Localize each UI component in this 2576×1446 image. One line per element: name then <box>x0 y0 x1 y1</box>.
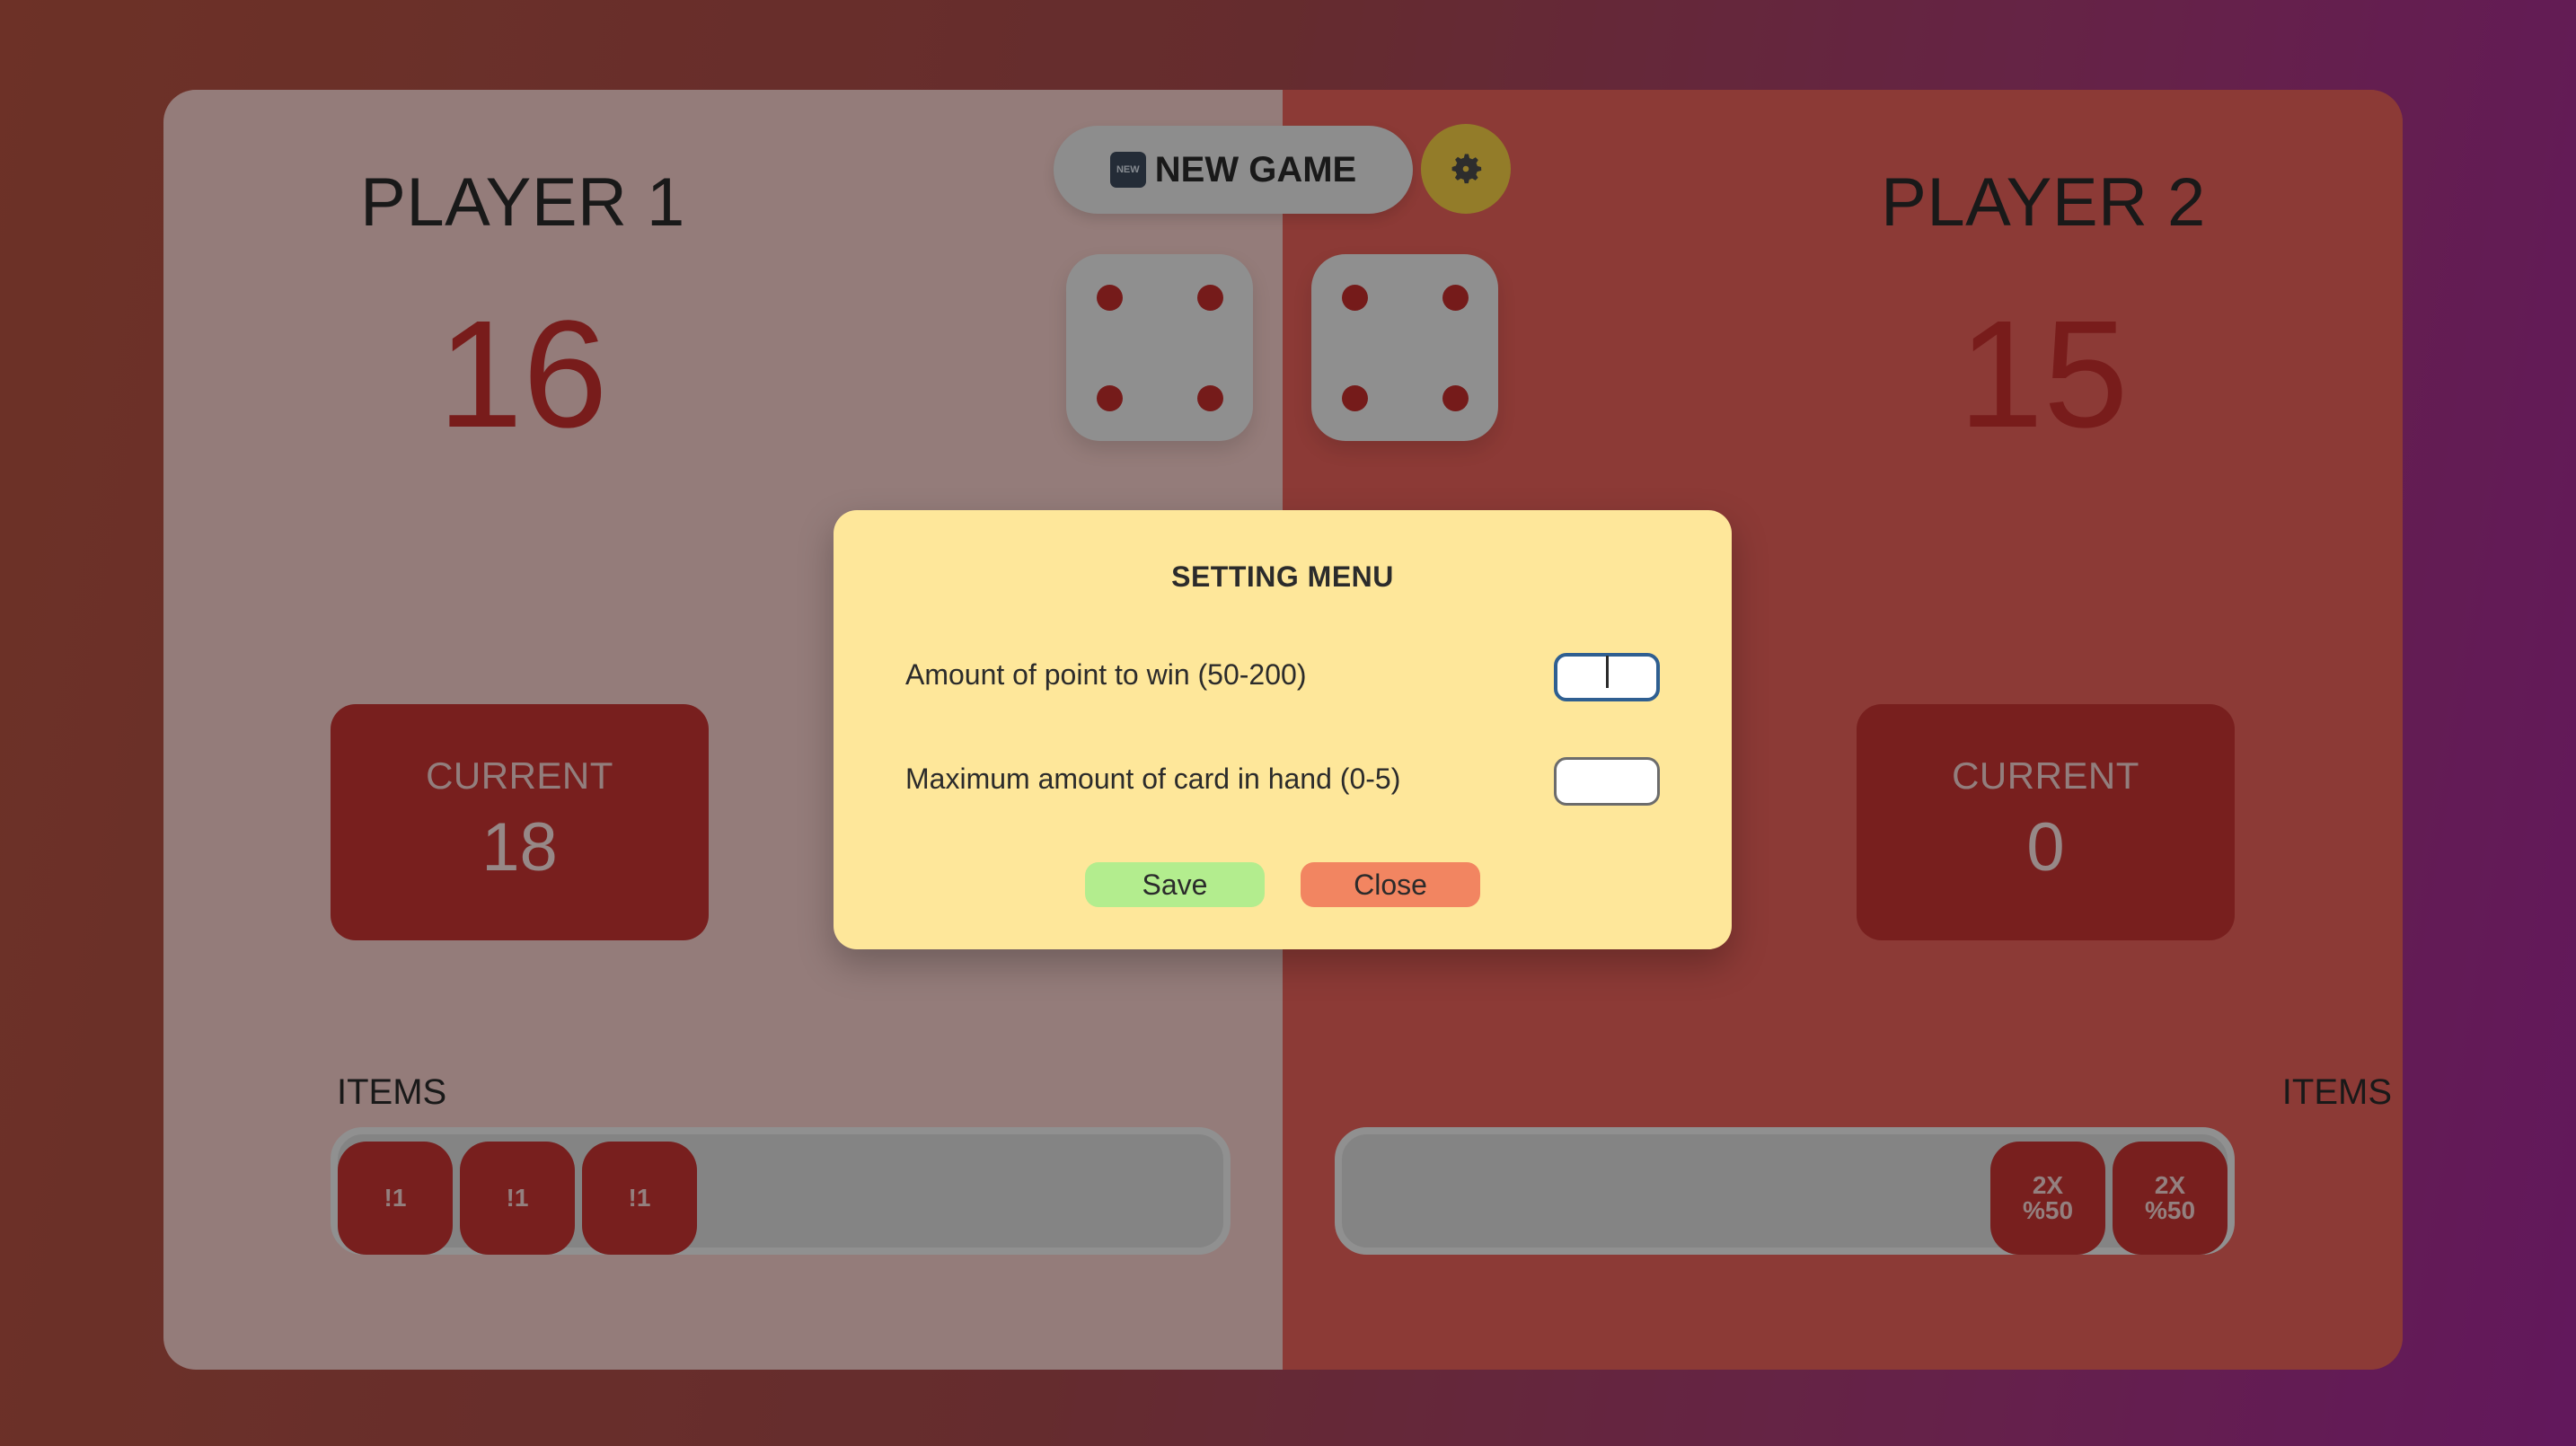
modal-title: SETTING MENU <box>1171 560 1394 593</box>
settings-modal: SETTING MENU Amount of point to win (50-… <box>834 510 1732 949</box>
max-cards-label: Maximum amount of card in hand (0-5) <box>905 763 1401 795</box>
close-button[interactable]: Close <box>1301 862 1480 907</box>
text-caret <box>1606 656 1609 688</box>
save-button[interactable]: Save <box>1085 862 1265 907</box>
points-to-win-label: Amount of point to win (50-200) <box>905 658 1307 691</box>
max-cards-input[interactable] <box>1554 757 1660 806</box>
